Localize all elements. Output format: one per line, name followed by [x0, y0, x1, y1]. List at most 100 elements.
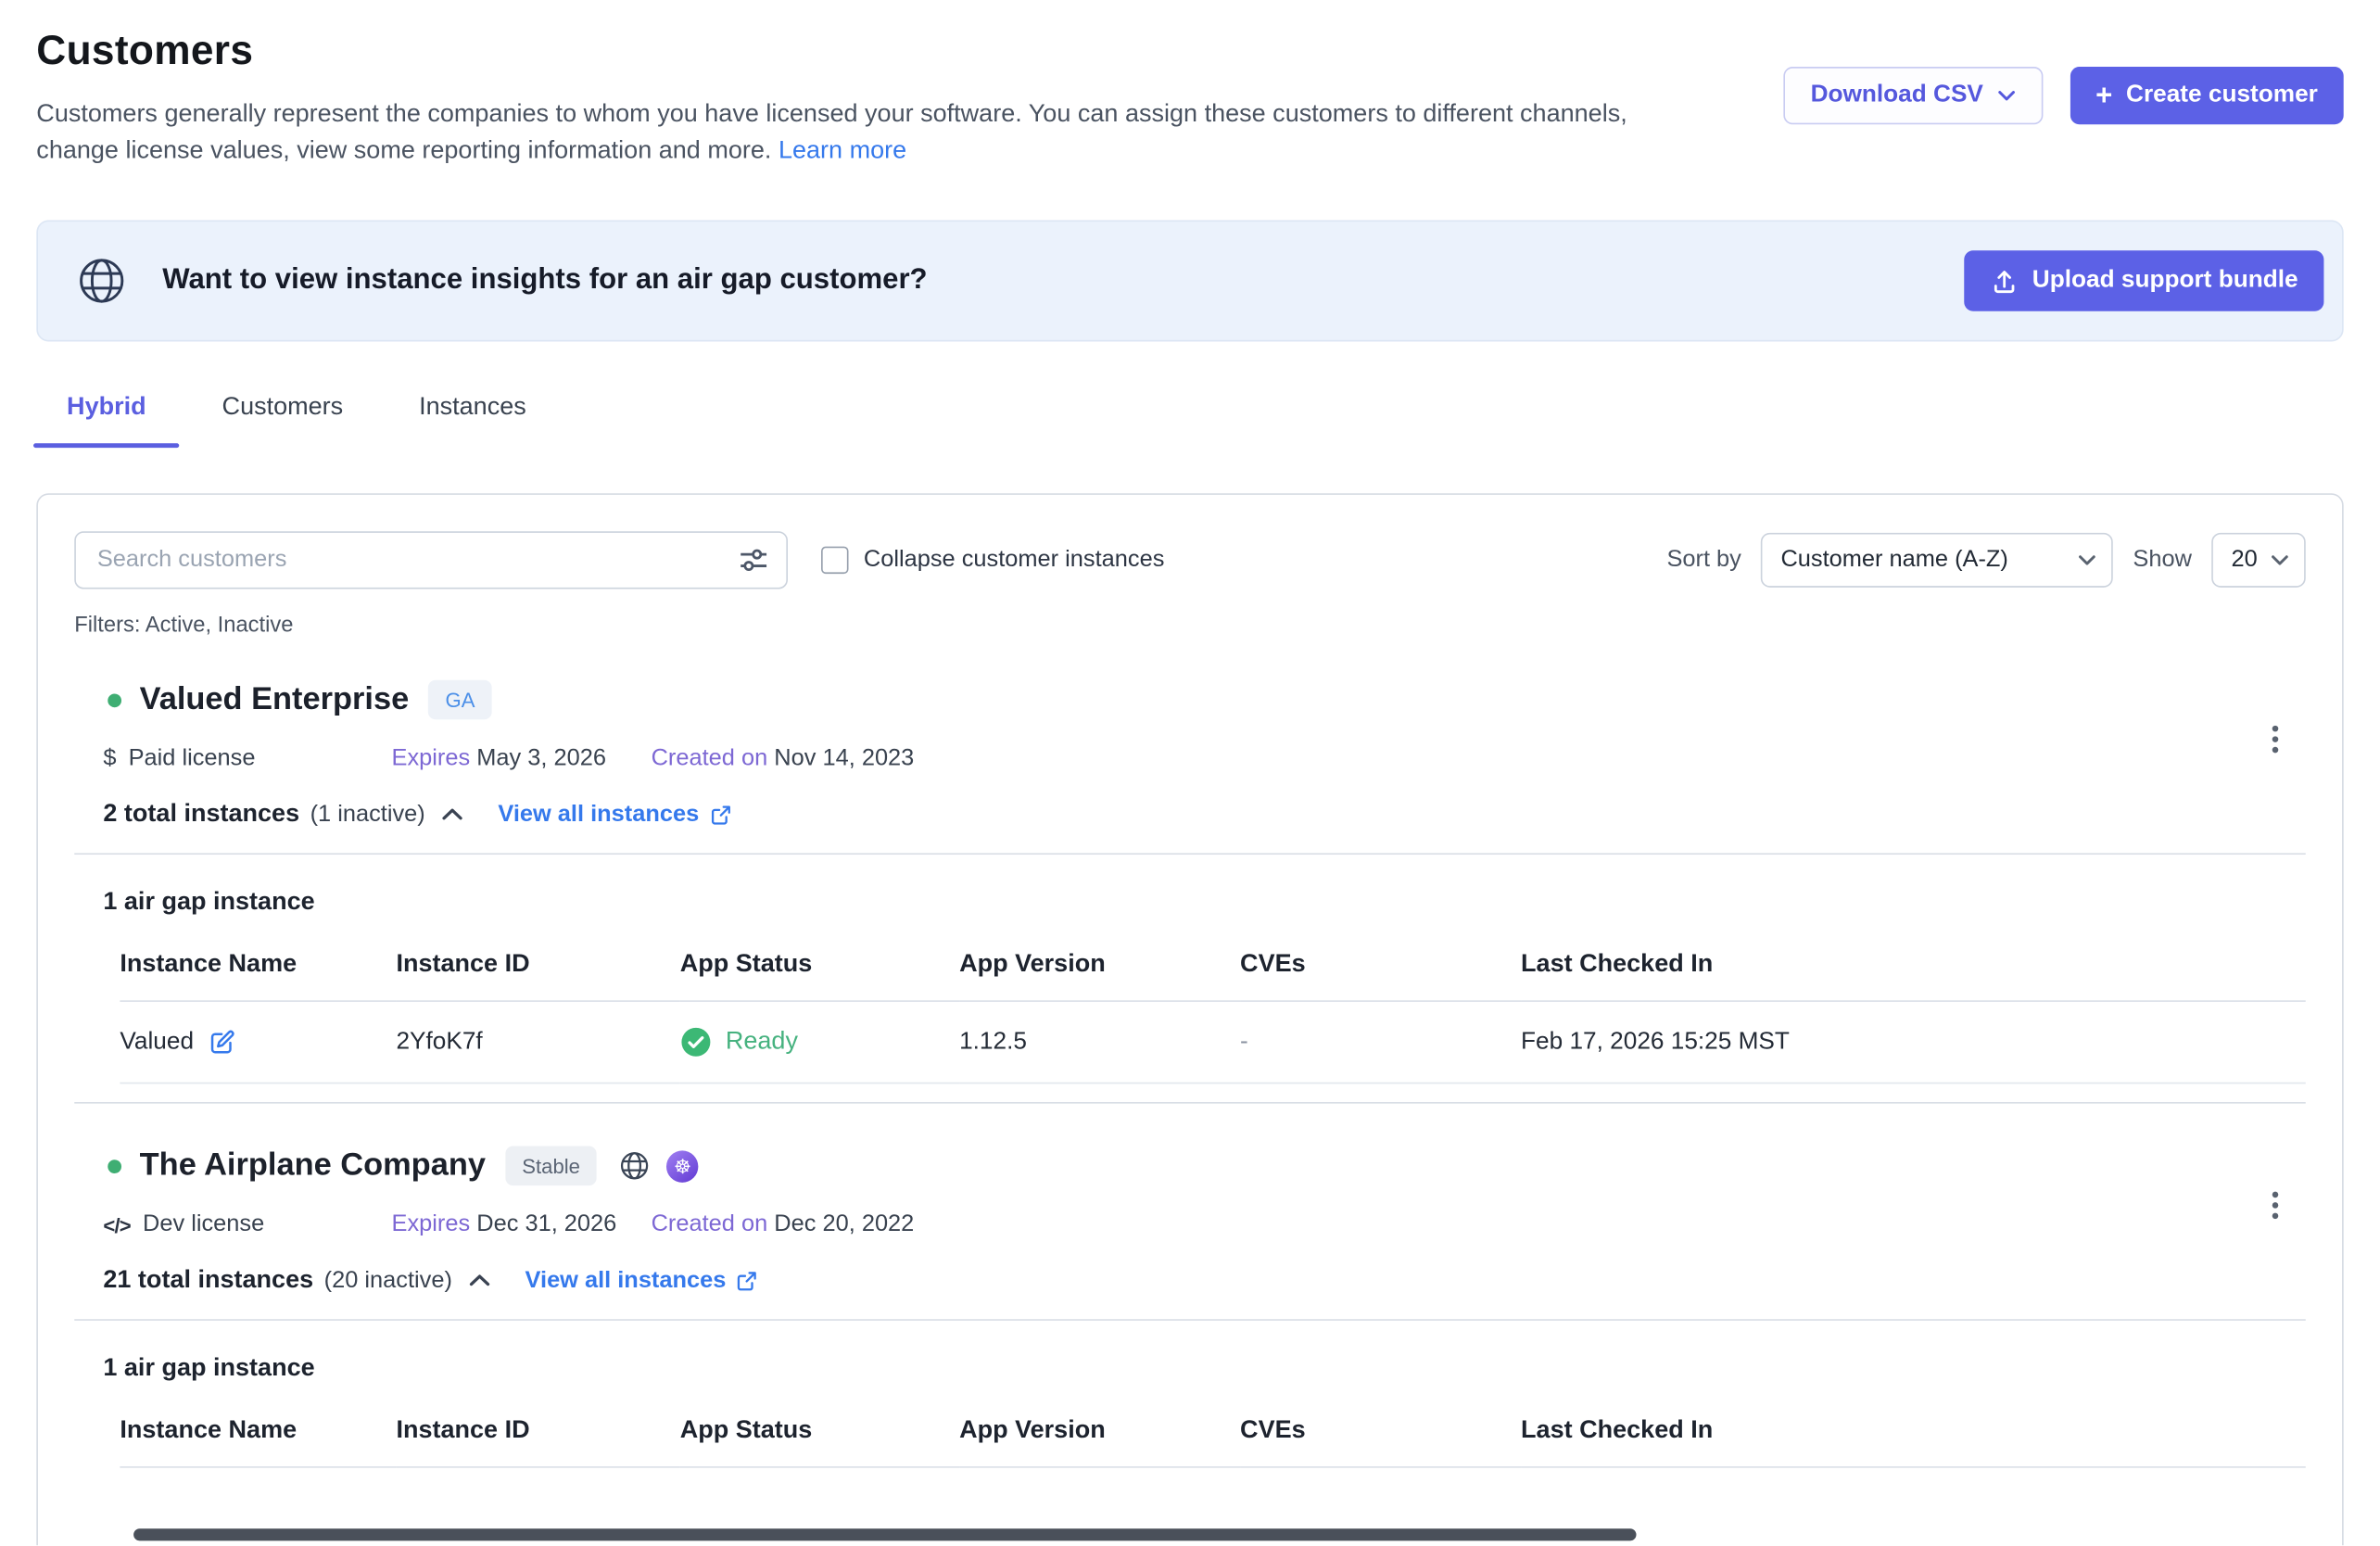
- collapse-instances-checkbox[interactable]: Collapse customer instances: [821, 547, 1164, 574]
- table-row-cell-instance-id: 2YfoK7f: [396, 1002, 679, 1083]
- show-label: Show: [2133, 547, 2192, 574]
- col-header-instance-name: Instance Name: [120, 1407, 396, 1468]
- section-divider: [74, 1319, 2306, 1321]
- checkbox-icon[interactable]: [821, 547, 848, 574]
- table-row-cell-last-checked-in: Feb 17, 2026 15:25 MST: [1521, 1002, 2306, 1083]
- customer-name[interactable]: Valued Enterprise: [140, 681, 410, 717]
- status-dot: [108, 693, 121, 707]
- view-all-instances-link[interactable]: View all instances: [498, 801, 730, 828]
- instances-table: Instance Name Instance ID App Status App…: [120, 941, 2305, 1083]
- tab-bar: Hybrid Customers Instances: [36, 393, 2343, 448]
- view-all-label: View all instances: [525, 1267, 727, 1294]
- customers-panel: Collapse customer instances Sort by Cust…: [36, 493, 2343, 1545]
- instances-total: 2 total instances: [103, 800, 299, 829]
- col-header-app-status: App Status: [680, 1407, 959, 1468]
- create-customer-button[interactable]: + Create customer: [2070, 67, 2343, 124]
- customer-meta: $ Paid license Expires May 3, 2026 Creat…: [74, 745, 2306, 772]
- instance-name: Valued: [120, 1029, 194, 1056]
- license-type: Paid license: [129, 745, 256, 772]
- download-csv-label: Download CSV: [1811, 82, 1983, 108]
- customer-card-the-airplane-company: The Airplane Company Stable ☸: [74, 1147, 2306, 1468]
- chevron-down-icon: [2271, 554, 2289, 566]
- instances-inactive: (20 inactive): [324, 1267, 452, 1294]
- kebab-menu-icon[interactable]: [2266, 719, 2285, 759]
- dollar-icon: $: [103, 745, 116, 772]
- upload-support-bundle-button[interactable]: Upload support bundle: [1964, 250, 2323, 311]
- col-header-cves: CVEs: [1240, 1407, 1521, 1468]
- toolbar: Collapse customer instances Sort by Cust…: [74, 531, 2306, 589]
- create-customer-label: Create customer: [2126, 82, 2318, 108]
- table-row-cell-instance-name: Valued: [120, 1002, 396, 1083]
- col-header-last-checked-in: Last Checked In: [1521, 941, 2306, 1002]
- page-description: Customers generally represent the compan…: [36, 95, 1693, 169]
- page-title: Customers: [36, 27, 1693, 74]
- external-link-icon: [737, 1270, 758, 1291]
- col-header-instance-id: Instance ID: [396, 941, 679, 1002]
- tab-customers[interactable]: Customers: [222, 393, 344, 448]
- globe-icon: [74, 254, 129, 309]
- expires-value: Dec 31, 2026: [476, 1211, 616, 1237]
- table-row-cell-app-version: 1.12.5: [959, 1002, 1240, 1083]
- learn-more-link[interactable]: Learn more: [779, 136, 906, 163]
- sort-by-label: Sort by: [1666, 547, 1741, 574]
- section-divider: [74, 853, 2306, 855]
- instances-inactive: (1 inactive): [310, 801, 425, 828]
- instances-table: Instance Name Instance ID App Status App…: [120, 1407, 2305, 1468]
- external-link-icon: [710, 804, 731, 825]
- sort-select-value: Customer name (A-Z): [1780, 547, 2007, 574]
- globe-icon: [618, 1149, 652, 1183]
- chevron-up-icon[interactable]: [442, 807, 463, 821]
- plus-icon: +: [2095, 82, 2112, 110]
- download-csv-button[interactable]: Download CSV: [1783, 67, 2043, 124]
- col-header-instance-id: Instance ID: [396, 1407, 679, 1468]
- channel-badge: GA: [429, 680, 492, 720]
- table-row-cell-app-status: Ready: [680, 1002, 959, 1083]
- code-icon: </>: [103, 1213, 131, 1236]
- status-dot: [108, 1159, 121, 1172]
- chevron-up-icon[interactable]: [469, 1274, 490, 1287]
- col-header-app-status: App Status: [680, 941, 959, 1002]
- table-row-cell-cves: -: [1240, 1002, 1521, 1083]
- show-select-value: 20: [2232, 547, 2258, 574]
- created-label: Created on: [652, 1211, 768, 1237]
- expires-label: Expires: [392, 745, 471, 771]
- horizontal-scrollbar-thumb[interactable]: [133, 1528, 1636, 1540]
- license-type: Dev license: [143, 1211, 264, 1238]
- edit-pencil-icon[interactable]: [208, 1028, 236, 1057]
- customer-meta: </> Dev license Expires Dec 31, 2026 Cre…: [74, 1211, 2306, 1238]
- expires-value: May 3, 2026: [476, 745, 606, 771]
- page-header: Customers Customers generally represent …: [36, 27, 2343, 168]
- instances-total: 21 total instances: [103, 1266, 313, 1295]
- check-circle-icon: [680, 1026, 712, 1058]
- col-header-app-version: App Version: [959, 1407, 1240, 1468]
- active-filters-text: Filters: Active, Inactive: [74, 614, 2306, 638]
- filter-sliders-icon[interactable]: [738, 547, 769, 582]
- created-value: Dec 20, 2022: [774, 1211, 914, 1237]
- status-ready-text: Ready: [726, 1028, 798, 1057]
- airgap-banner: Want to view instance insights for an ai…: [36, 220, 2343, 341]
- customer-separator: [74, 1102, 2306, 1104]
- helm-wheel-glyph: ☸: [674, 1156, 691, 1175]
- created-label: Created on: [652, 745, 768, 771]
- view-all-instances-link[interactable]: View all instances: [525, 1267, 758, 1294]
- upload-button-label: Upload support bundle: [2032, 267, 2298, 294]
- instances-summary: 2 total instances (1 inactive) View all …: [74, 800, 2306, 829]
- customer-card-valued-enterprise: Valued Enterprise GA $ Paid license Expi…: [74, 680, 2306, 1084]
- view-all-label: View all instances: [498, 801, 699, 828]
- created-value: Nov 14, 2023: [774, 745, 914, 771]
- show-select[interactable]: 20: [2211, 533, 2306, 588]
- channel-badge: Stable: [505, 1147, 597, 1186]
- airgap-heading: 1 air gap instance: [74, 1354, 2306, 1383]
- banner-title: Want to view instance insights for an ai…: [162, 264, 1964, 298]
- col-header-instance-name: Instance Name: [120, 941, 396, 1002]
- customer-name[interactable]: The Airplane Company: [140, 1147, 486, 1184]
- instances-summary: 21 total instances (20 inactive) View al…: [74, 1266, 2306, 1295]
- chevron-down-icon: [2078, 554, 2096, 566]
- chevron-down-icon: [1997, 90, 2016, 102]
- tab-hybrid[interactable]: Hybrid: [67, 393, 146, 448]
- kebab-menu-icon[interactable]: [2266, 1185, 2285, 1225]
- tab-instances[interactable]: Instances: [419, 393, 526, 448]
- sort-select[interactable]: Customer name (A-Z): [1761, 533, 2113, 588]
- search-input[interactable]: [74, 531, 788, 589]
- collapse-instances-label: Collapse customer instances: [864, 547, 1165, 574]
